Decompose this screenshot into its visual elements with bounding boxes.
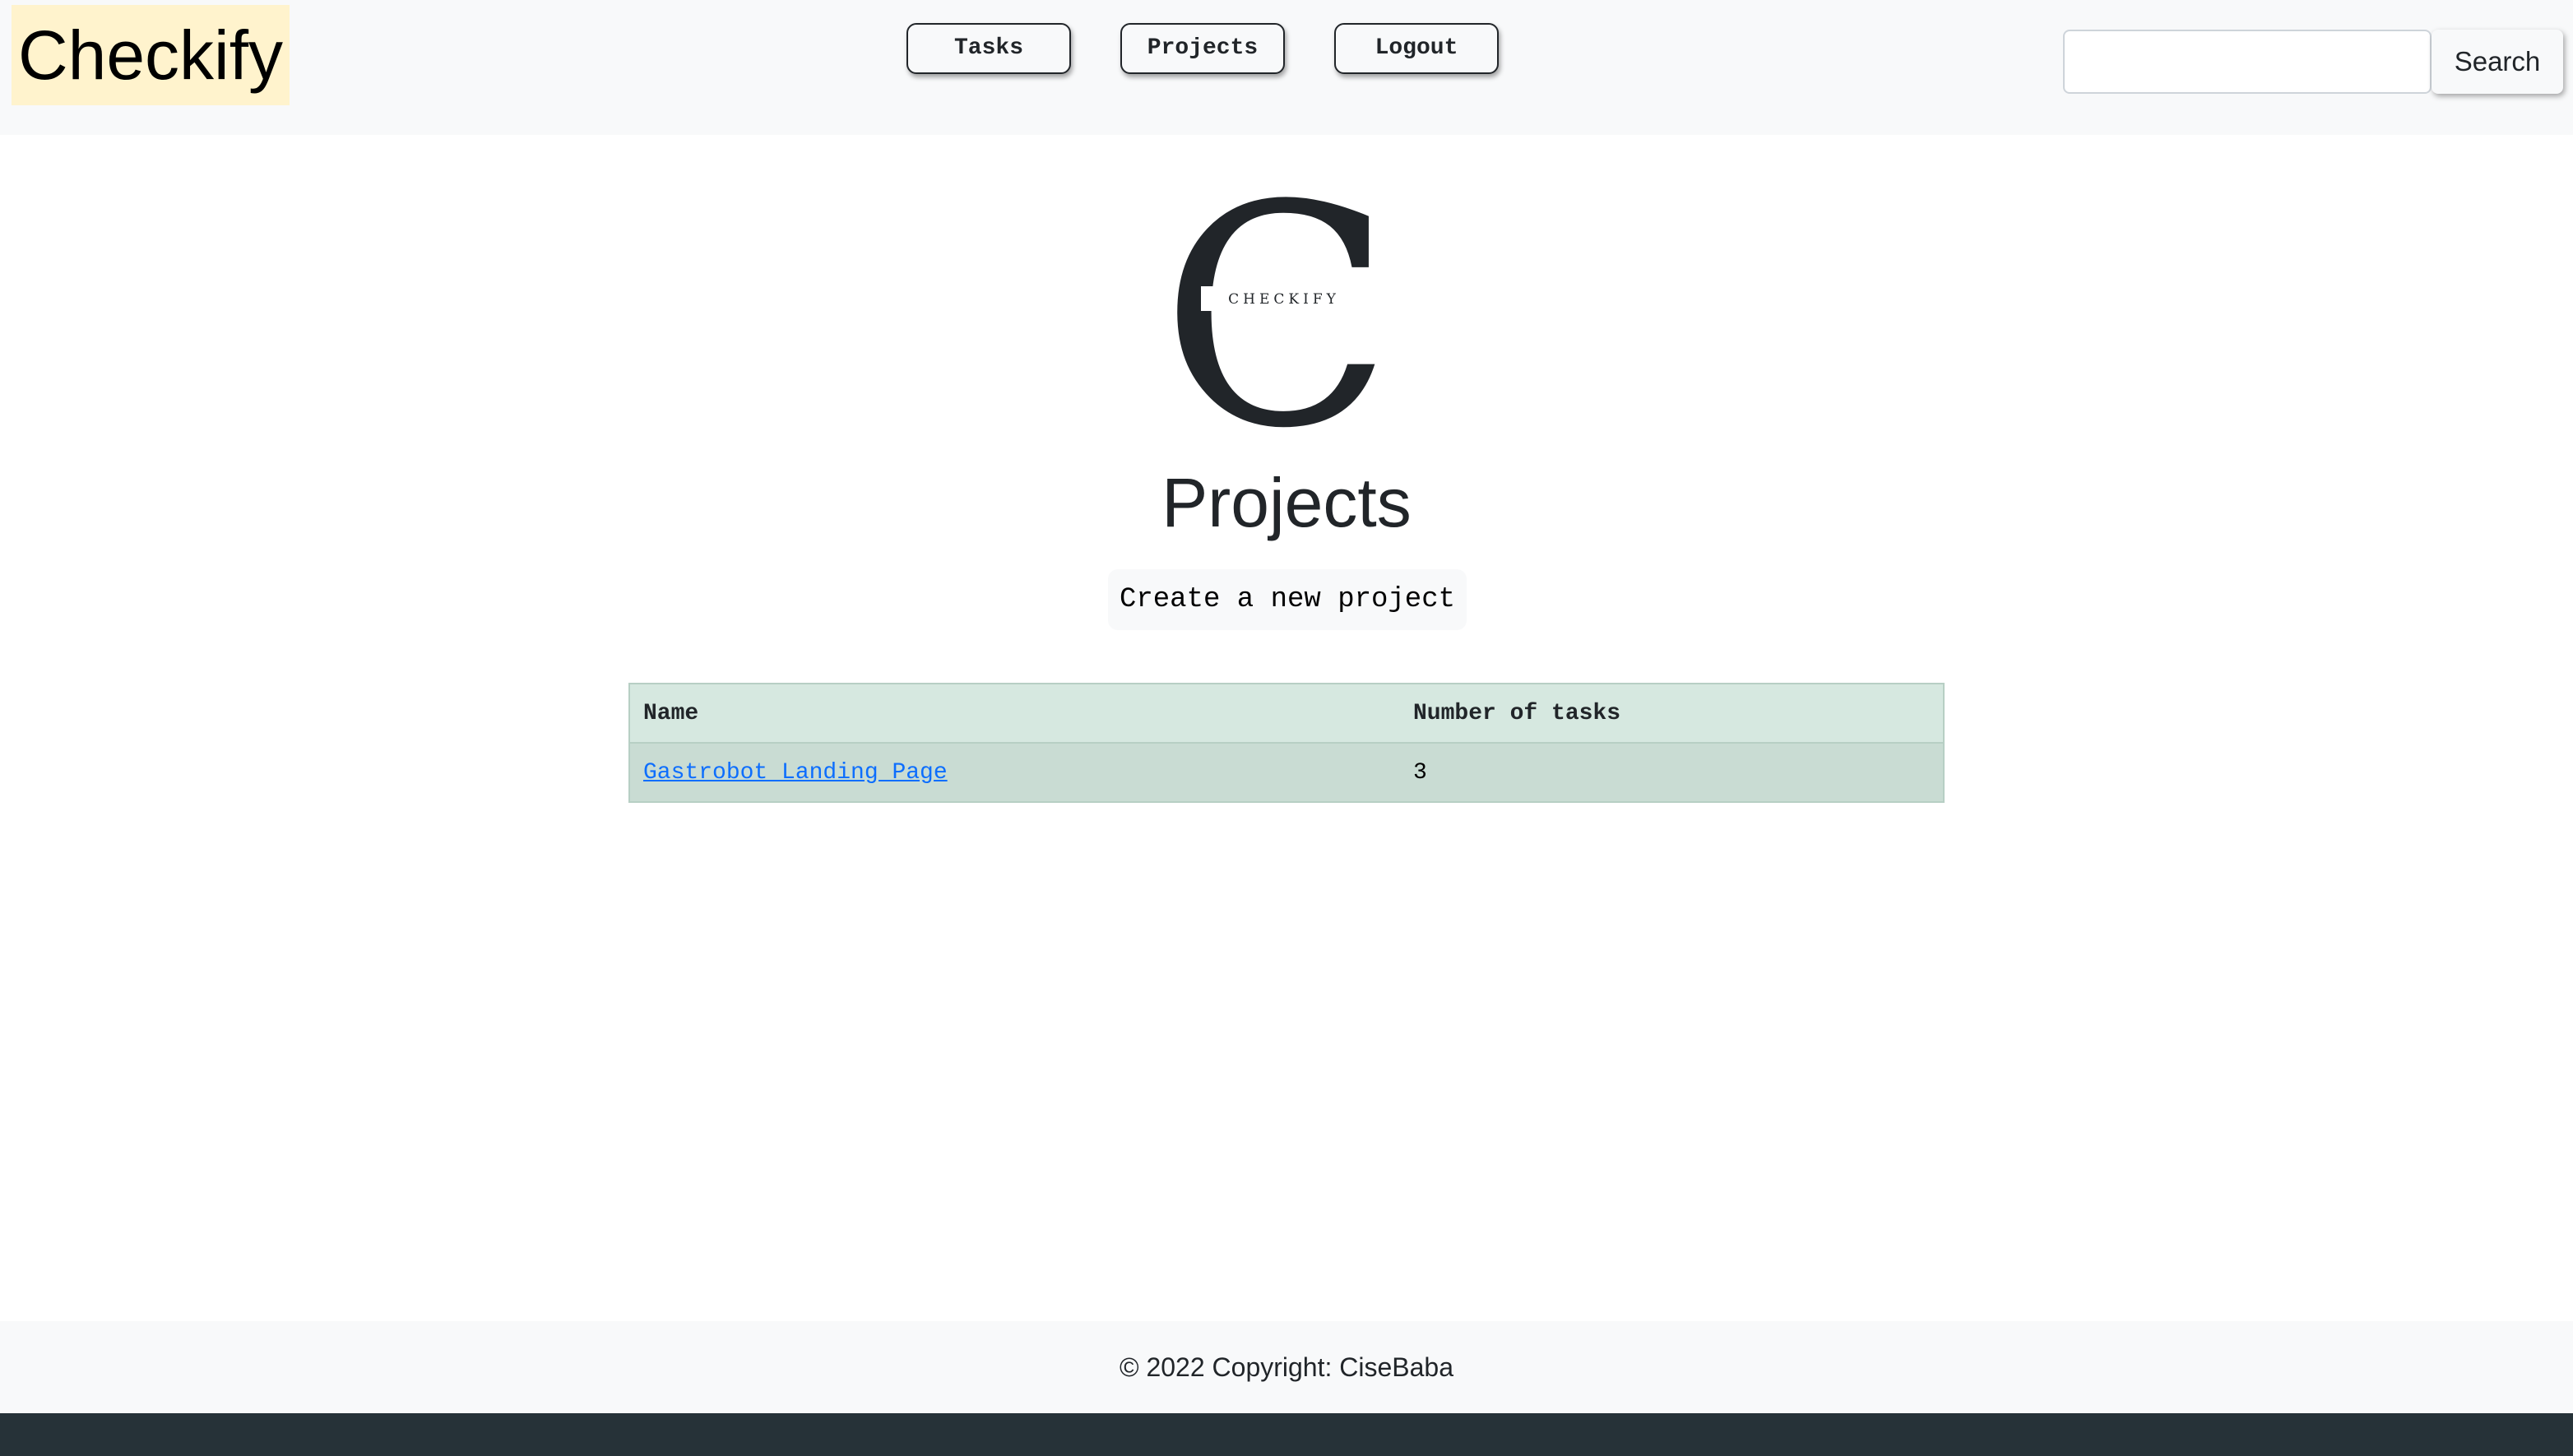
column-header-task-count: Number of tasks — [1400, 684, 1944, 744]
search-input[interactable] — [2063, 30, 2432, 94]
nav-tasks-button[interactable]: Tasks — [906, 23, 1071, 74]
project-name-cell: Gastrobot Landing Page — [629, 743, 1400, 802]
brand-logo-link[interactable]: Checkify — [12, 5, 290, 105]
project-link[interactable]: Gastrobot Landing Page — [643, 760, 948, 786]
create-project-button[interactable]: Create a new project — [1108, 569, 1467, 630]
page-title: Projects — [1161, 464, 1412, 541]
task-count-cell: 3 — [1413, 759, 1427, 786]
table-row: Gastrobot Landing Page 3 — [629, 743, 1944, 802]
checkify-logo: C CHECKIFY — [1171, 183, 1382, 438]
search-button[interactable]: Search — [2432, 30, 2563, 94]
column-header-name: Name — [629, 684, 1400, 744]
nav-projects-button[interactable]: Projects — [1120, 23, 1285, 74]
nav-logout-button[interactable]: Logout — [1334, 23, 1499, 74]
table-header-row: Name Number of tasks — [629, 684, 1944, 744]
footer-bottom-bar — [0, 1413, 2573, 1456]
footer-copyright: © 2022 Copyright: CiseBaba — [0, 1321, 2573, 1413]
navbar: Checkify Tasks Projects Logout Search — [0, 0, 2573, 135]
logo-wordmark: CHECKIFY — [1228, 291, 1340, 308]
projects-table: Name Number of tasks Gastrobot Landing P… — [628, 683, 1945, 803]
